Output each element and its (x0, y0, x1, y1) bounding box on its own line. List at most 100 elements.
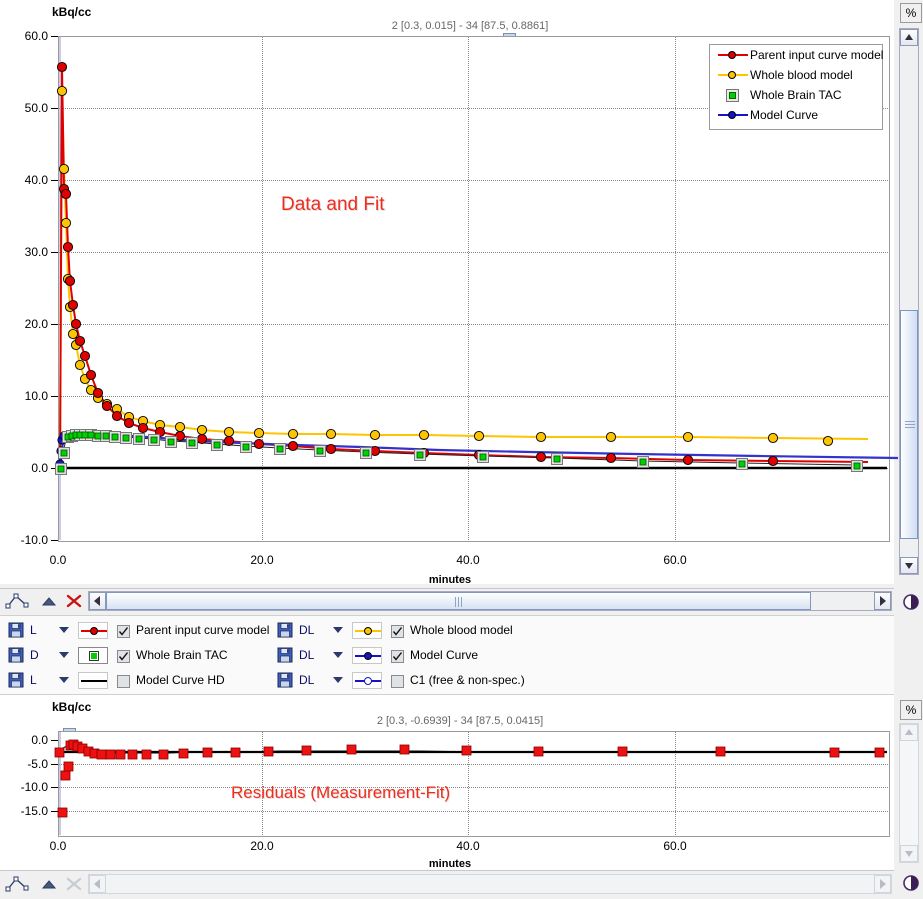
polyline-icon (5, 593, 29, 609)
scroll-up-button[interactable] (900, 724, 918, 741)
delete-curve-button[interactable] (62, 874, 88, 896)
curve-options-dropdown[interactable] (332, 668, 344, 693)
curve-mode-label: DL (299, 673, 315, 687)
save-icon-button[interactable] (8, 668, 24, 693)
caret-down-icon (59, 627, 69, 634)
residual-plot-contrast-button[interactable] (901, 873, 921, 893)
main-plot-vertical-scrollbar[interactable] (899, 28, 919, 575)
curve-list-panel: L Parent input curve model DL Whole bloo… (0, 615, 894, 695)
residual-plot-horizontal-scrollbar[interactable] (88, 874, 892, 894)
contrast-circle-icon (903, 875, 919, 891)
caret-up-icon (905, 729, 913, 735)
main-plot-percent-button[interactable]: % (900, 3, 922, 23)
residual-plot-series-layer (54, 732, 887, 835)
curve-list-row: L Parent input curve model DL Whole bloo… (0, 618, 894, 643)
residual-plot-toolbar (0, 870, 894, 899)
curve-name-label: C1 (free & non-spec.) (410, 673, 525, 687)
save-icon (8, 647, 24, 663)
polyline-tool-button[interactable] (4, 874, 30, 896)
curve-name-label: Whole blood model (410, 623, 513, 637)
curve-style-swatch[interactable] (78, 672, 108, 697)
curve-name-label: Model Curve HD (136, 673, 225, 687)
caret-down-icon (333, 652, 343, 659)
curve-options-dropdown[interactable] (58, 643, 70, 668)
caret-right-icon (880, 879, 886, 889)
mountain-icon (41, 597, 57, 606)
check-icon (118, 627, 129, 636)
contrast-circle-icon (903, 594, 919, 610)
check-icon (392, 627, 403, 636)
legend-label: Whole Brain TAC (750, 88, 842, 102)
caret-down-icon (333, 677, 343, 684)
polyline-icon (5, 876, 29, 892)
legend-label: Whole blood model (750, 68, 853, 82)
curve-list-row: D Whole Brain TAC DL Model Curve (0, 643, 894, 668)
delete-curve-button[interactable] (62, 591, 88, 613)
scroll-down-button[interactable] (900, 557, 918, 574)
save-icon (277, 647, 293, 663)
save-icon-button[interactable] (277, 618, 293, 643)
curve-mode-label: DL (299, 648, 315, 662)
main-plot-horizontal-scrollbar[interactable] (88, 591, 892, 611)
check-icon (118, 652, 129, 661)
caret-left-icon (94, 879, 100, 889)
legend-symbol-parent-input (716, 45, 750, 65)
check-icon (392, 652, 403, 661)
vertical-scroll-thumb[interactable] (900, 310, 918, 539)
mountain-tool-button[interactable] (36, 591, 62, 613)
series-whole-blood-markers (56, 85, 834, 447)
scroll-right-button[interactable] (874, 592, 891, 610)
delete-x-icon (66, 877, 82, 891)
scroll-right-button[interactable] (874, 875, 891, 893)
caret-down-icon (59, 652, 69, 659)
curve-options-dropdown[interactable] (58, 668, 70, 693)
main-plot-contrast-button[interactable] (901, 592, 921, 612)
curve-options-dropdown[interactable] (332, 643, 344, 668)
save-icon-button[interactable] (277, 668, 293, 693)
residual-plot-vertical-scrollbar[interactable] (899, 723, 919, 863)
scroll-left-button[interactable] (89, 875, 106, 893)
legend-row: Whole blood model (710, 65, 882, 85)
caret-left-icon (94, 596, 100, 606)
curve-mode-label: L (30, 623, 37, 637)
curve-list-row: L Model Curve HD DL C1 (free & non-spec.… (0, 668, 894, 693)
main-plot-legend: Parent input curve model Whole blood mod… (709, 44, 883, 130)
scroll-up-button[interactable] (900, 29, 918, 46)
curve-options-dropdown[interactable] (58, 618, 70, 643)
curve-style-swatch[interactable] (352, 672, 382, 697)
scroll-down-button[interactable] (900, 845, 918, 862)
series-whole-blood-line (59, 90, 869, 469)
horizontal-scroll-thumb[interactable] (106, 592, 811, 610)
legend-row: Whole Brain TAC (710, 85, 882, 105)
save-icon-button[interactable] (8, 618, 24, 643)
residual-plot-panel: kBq/cc 2 [0.3, -0.6939] - 34 [87.5, 0.04… (0, 695, 894, 870)
save-icon (8, 622, 24, 638)
main-plot-panel: kBq/cc 2 [0.3, 0.015] - 34 [87.5, 0.8861… (0, 0, 899, 586)
caret-down-icon (59, 677, 69, 684)
curve-options-dropdown[interactable] (332, 618, 344, 643)
save-icon (277, 672, 293, 688)
caret-down-icon (333, 627, 343, 634)
mountain-icon (41, 880, 57, 889)
caret-right-icon (880, 596, 886, 606)
mountain-tool-button[interactable] (36, 874, 62, 896)
curve-name-label: Whole Brain TAC (136, 648, 228, 662)
save-icon (8, 672, 24, 688)
caret-down-icon (905, 563, 913, 569)
residual-plot-percent-button[interactable]: % (900, 700, 922, 720)
save-icon (277, 622, 293, 638)
save-icon-button[interactable] (277, 643, 293, 668)
save-icon-button[interactable] (8, 643, 24, 668)
scroll-left-button[interactable] (89, 592, 106, 610)
caret-up-icon (905, 34, 913, 40)
curve-mode-label: DL (299, 623, 315, 637)
curve-mode-label: L (30, 673, 37, 687)
delete-x-icon (66, 594, 82, 608)
polyline-tool-button[interactable] (4, 591, 30, 613)
legend-symbol-whole-blood (716, 65, 750, 85)
curve-fit-window: kBq/cc 2 [0.3, 0.015] - 34 [87.5, 0.8861… (0, 0, 923, 899)
legend-row: Model Curve (710, 105, 882, 125)
legend-label: Parent input curve model (750, 48, 884, 62)
curve-name-label: Model Curve (410, 648, 479, 662)
legend-symbol-whole-brain (716, 85, 750, 105)
